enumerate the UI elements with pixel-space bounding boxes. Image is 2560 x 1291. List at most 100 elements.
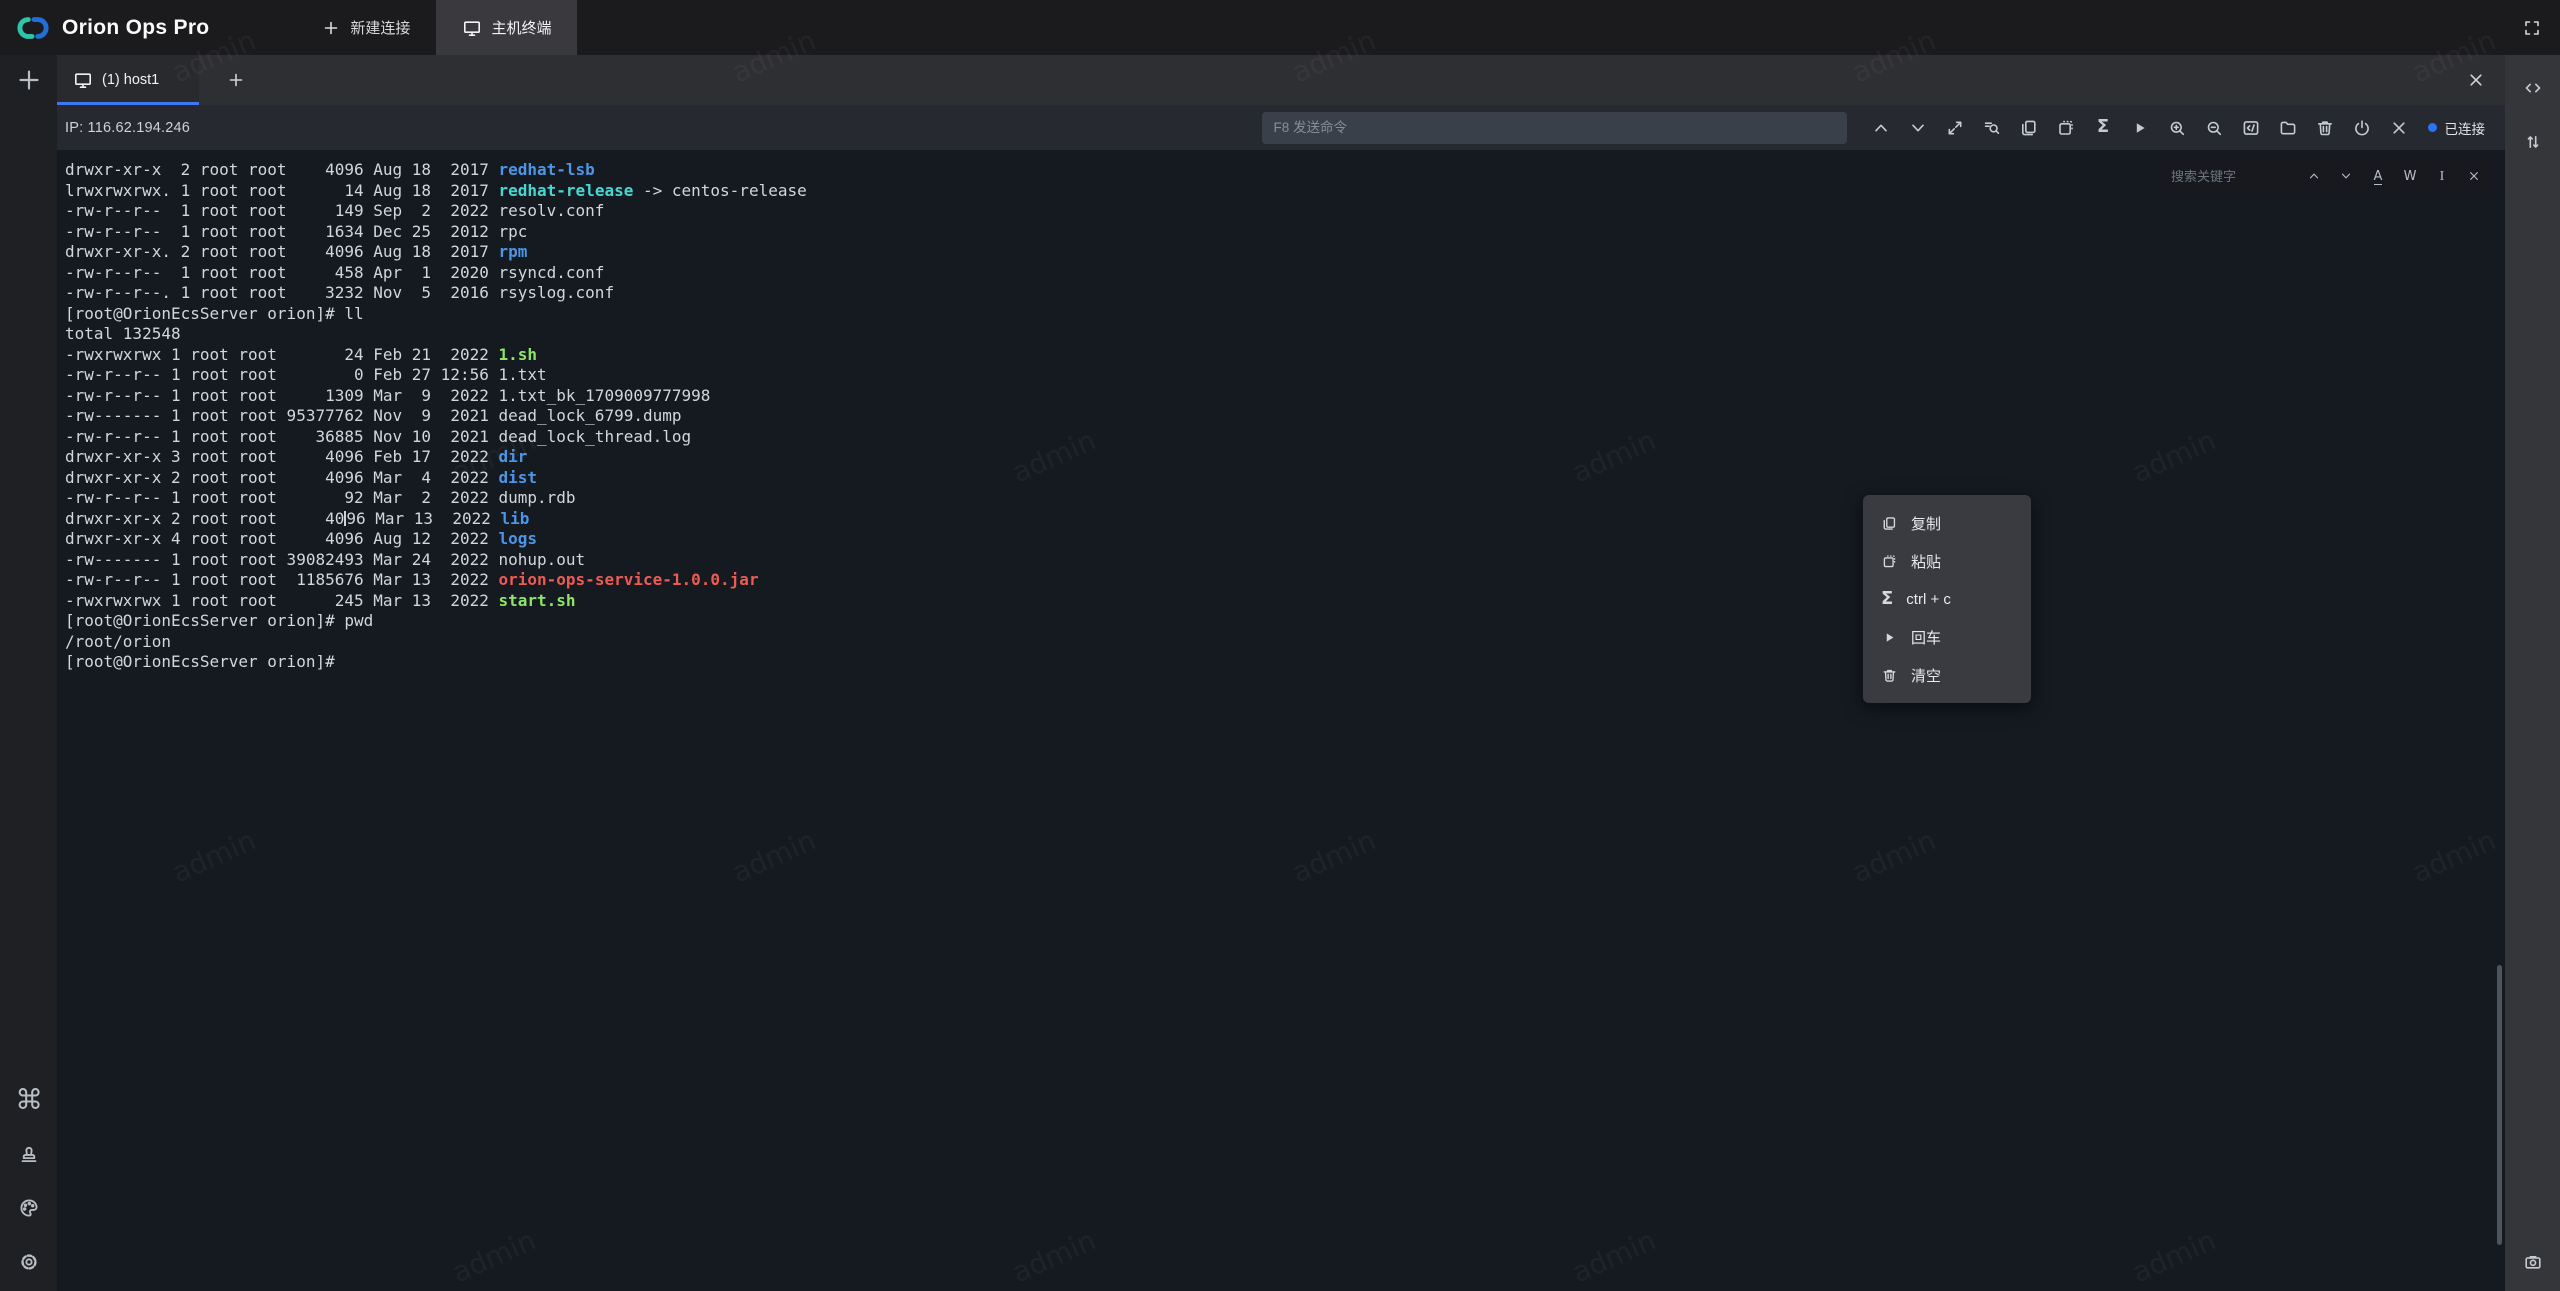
- terminal-line: -rw-r--r-- 1 root root 1634 Dec 25 2012 …: [65, 222, 2505, 243]
- close-icon: [2466, 70, 2486, 90]
- plus-icon: [16, 67, 42, 93]
- right-sidebar: [2505, 55, 2560, 1291]
- terminal-line: -rw------- 1 root root 39082493 Mar 24 2…: [65, 550, 2505, 571]
- context-menu-item[interactable]: 粘贴: [1863, 542, 2031, 580]
- terminal-line: drwxr-xr-x 4 root root 4096 Aug 12 2022 …: [65, 529, 2505, 550]
- stamp-icon: [19, 1144, 39, 1164]
- play-icon: [1881, 629, 1898, 646]
- screenshot-button[interactable]: [2514, 1243, 2552, 1281]
- terminal-line: /root/orion: [65, 632, 2505, 653]
- sigma-icon: Σ: [1881, 590, 1893, 608]
- search-file-button[interactable]: [1974, 110, 2011, 146]
- terminal-line: drwxr-xr-x. 2 root root 4096 Aug 18 2017…: [65, 242, 2505, 263]
- power-button[interactable]: [2344, 110, 2381, 146]
- send-command-input[interactable]: [1262, 112, 1847, 144]
- regex-icon: I: [2440, 167, 2445, 185]
- folder-button[interactable]: [2270, 110, 2307, 146]
- code-icon: [2523, 78, 2543, 98]
- search-chevron-up-button[interactable]: [2301, 163, 2327, 189]
- command-icon: ⌘: [15, 1086, 43, 1114]
- top-tab-new-connection[interactable]: 新建连接: [295, 0, 436, 55]
- shortcut-keys-button[interactable]: ⌘: [10, 1081, 48, 1119]
- close-icon: [2389, 118, 2409, 138]
- camera-icon: [2523, 1252, 2543, 1272]
- context-menu-label: 粘贴: [1911, 551, 1941, 572]
- play-icon: [2130, 118, 2150, 138]
- zoom-out-button[interactable]: [2196, 110, 2233, 146]
- terminal-line: -rwxrwxrwx 1 root root 24 Feb 21 2022 1.…: [65, 345, 2505, 366]
- context-menu-item[interactable]: 回车: [1863, 618, 2031, 656]
- search-match-case-button[interactable]: A: [2365, 163, 2391, 189]
- zoom-in-button[interactable]: [2159, 110, 2196, 146]
- stamp-button[interactable]: [10, 1135, 48, 1173]
- palette-icon: [19, 1198, 39, 1218]
- terminal-panel: drwxr-xr-x 2 root root 4096 Aug 18 2017 …: [57, 150, 2505, 1291]
- chevron-down-button[interactable]: [1900, 110, 1937, 146]
- settings-button[interactable]: [10, 1243, 48, 1281]
- app-brand: Orion Ops Pro: [0, 0, 235, 55]
- context-menu-item[interactable]: 清空: [1863, 656, 2031, 694]
- code-snippets-button[interactable]: [2514, 69, 2552, 107]
- expand-button[interactable]: [1937, 110, 1974, 146]
- top-tab-host-terminal[interactable]: 主机终端: [436, 0, 577, 55]
- play-button[interactable]: [2122, 110, 2159, 146]
- terminal-toolbar: IP: 116.62.194.246 Σ 已连接: [57, 105, 2505, 150]
- search-whole-word-button[interactable]: W: [2397, 163, 2423, 189]
- context-menu-item[interactable]: 复制: [1863, 504, 2031, 542]
- chevron-down-icon: [1908, 118, 1928, 138]
- plus-icon: [321, 18, 341, 38]
- search-file-icon: [1982, 118, 2002, 138]
- paste-icon: [2056, 118, 2076, 138]
- top-app-bar: Orion Ops Pro 新建连接 主机终端: [0, 0, 2560, 55]
- chevron-up-icon: [2307, 169, 2321, 183]
- transfer-button[interactable]: [2514, 123, 2552, 161]
- app-logo-icon: [14, 13, 52, 43]
- sigma-button[interactable]: Σ: [2085, 110, 2122, 146]
- new-tab-button[interactable]: [213, 55, 259, 105]
- chevron-up-button[interactable]: [1863, 110, 1900, 146]
- zoom-in-icon: [2167, 118, 2187, 138]
- match-case-icon: A: [2374, 167, 2383, 185]
- terminal-line: [root@OrionEcsServer orion]# ll: [65, 304, 2505, 325]
- status-dot-icon: [2428, 123, 2437, 132]
- folder-icon: [2278, 118, 2298, 138]
- theme-button[interactable]: [10, 1189, 48, 1227]
- context-menu-label: 回车: [1911, 627, 1941, 648]
- terminal-output[interactable]: drwxr-xr-x 2 root root 4096 Aug 18 2017 …: [57, 150, 2505, 673]
- sigma-icon: Σ: [2097, 118, 2109, 137]
- context-menu-item[interactable]: Σctrl + c: [1863, 580, 2031, 618]
- copy-button[interactable]: [2011, 110, 2048, 146]
- close-tabbar-button[interactable]: [2459, 55, 2493, 105]
- terminal-line: -rw------- 1 root root 95377762 Nov 9 20…: [65, 406, 2505, 427]
- code-square-button[interactable]: [2233, 110, 2270, 146]
- terminal-line: -rw-r--r--. 1 root root 3232 Nov 5 2016 …: [65, 283, 2505, 304]
- terminal-line: [root@OrionEcsServer orion]#: [65, 652, 2505, 673]
- paste-icon: [1881, 553, 1898, 570]
- close-button[interactable]: [2381, 110, 2418, 146]
- terminal-line: drwxr-xr-x 2 root root 4096 Mar 13 2022 …: [65, 509, 2505, 530]
- add-terminal-button[interactable]: [10, 61, 48, 99]
- plus-icon: [226, 70, 246, 90]
- power-icon: [2352, 118, 2372, 138]
- terminal-tab-bar: (1) host1: [57, 55, 2505, 105]
- fullscreen-button[interactable]: [2517, 13, 2547, 43]
- context-menu-label: 复制: [1911, 513, 1941, 534]
- terminal-line: -rw-r--r-- 1 root root 1309 Mar 9 2022 1…: [65, 386, 2505, 407]
- trash-icon: [2315, 118, 2335, 138]
- search-regex-button[interactable]: I: [2429, 163, 2455, 189]
- paste-button[interactable]: [2048, 110, 2085, 146]
- terminal-line: -rw-r--r-- 1 root root 92 Mar 2 2022 dum…: [65, 488, 2505, 509]
- search-close-button[interactable]: [2461, 163, 2487, 189]
- terminal-scrollbar[interactable]: [2497, 965, 2502, 1245]
- terminal-line: total 132548: [65, 324, 2505, 345]
- trash-button[interactable]: [2307, 110, 2344, 146]
- chevron-down-icon: [2339, 169, 2353, 183]
- search-input[interactable]: [2171, 169, 2293, 184]
- terminal-line: drwxr-xr-x 2 root root 4096 Mar 4 2022 d…: [65, 468, 2505, 489]
- terminal-line: -rw-r--r-- 1 root root 36885 Nov 10 2021…: [65, 427, 2505, 448]
- chevron-up-icon: [1871, 118, 1891, 138]
- top-tab-label: 新建连接: [350, 17, 410, 38]
- terminal-line: -rw-r--r-- 1 root root 149 Sep 2 2022 re…: [65, 201, 2505, 222]
- search-chevron-down-button[interactable]: [2333, 163, 2359, 189]
- tab-host1[interactable]: (1) host1: [57, 55, 199, 105]
